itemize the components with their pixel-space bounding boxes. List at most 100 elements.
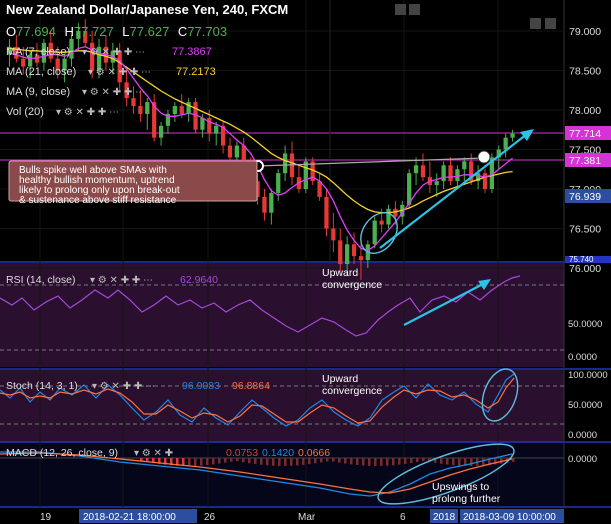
macd-axis-0: 0.0000 xyxy=(568,454,597,465)
macd-hist-bar xyxy=(212,458,215,465)
candle-up xyxy=(510,133,515,138)
macd-hist-bar xyxy=(446,458,449,465)
candle-up xyxy=(503,137,508,150)
candle-up xyxy=(303,161,308,189)
time-label-mar: Mar xyxy=(298,512,316,523)
chart-svg: 79.00078.50078.00077.50077.00076.50076.0… xyxy=(0,0,611,524)
macd-hist-bar xyxy=(284,458,287,466)
ma7-label: MA (7, close) xyxy=(6,46,70,58)
annotation-line-4: & sustenance above stiff resistance xyxy=(19,195,177,206)
candle-up xyxy=(345,244,350,265)
candle-up xyxy=(434,181,439,186)
candle-up xyxy=(413,165,419,174)
stoch-k-value: 96.9083 xyxy=(182,380,220,392)
svg-text:75.740: 75.740 xyxy=(569,255,594,264)
macd-hist-bar xyxy=(350,458,353,465)
candle-up xyxy=(372,220,377,245)
time-label-2018: 2018 xyxy=(433,512,456,523)
rsi-note-line-1: Upward xyxy=(322,267,358,279)
macd-hist-bar xyxy=(218,458,221,464)
macd-hist-bar xyxy=(332,458,335,462)
macd-note-line-1: Upswings to xyxy=(432,481,489,493)
stoch-note-line-1: Upward xyxy=(322,373,358,385)
stoch-d-value: 96.8864 xyxy=(232,380,270,392)
svg-text:76.939: 76.939 xyxy=(569,191,601,203)
candle-down xyxy=(379,220,384,225)
ma9-menu-icon[interactable]: ▾ ⚙ ✕ ✚ ✚ ⋯ xyxy=(82,87,145,98)
time-label-19: 19 xyxy=(40,512,52,523)
stoch-menu-icon[interactable]: ▾ ⚙ ✕ ✚ ✚ ⋯ xyxy=(92,381,155,392)
resistance-badge: 77.381 xyxy=(565,153,611,167)
time-label-6: 6 xyxy=(400,512,406,523)
stoch-label: Stoch (14, 3, 1) xyxy=(6,380,78,392)
svg-text:77.381: 77.381 xyxy=(569,155,601,167)
ma9-label: MA (9, close) xyxy=(6,86,70,98)
pane-up-button[interactable] xyxy=(530,18,541,29)
macd-note-line-2: prolong further xyxy=(432,493,501,505)
more-button[interactable] xyxy=(409,4,420,15)
candle-up xyxy=(200,117,205,130)
rsi-pane-bg xyxy=(0,263,564,367)
candle-down xyxy=(331,228,336,241)
macd-hist-bar xyxy=(380,458,383,466)
rsi-value: 62.9640 xyxy=(180,274,218,286)
macd-hist-bar xyxy=(200,458,203,466)
macd-hist-bar xyxy=(398,458,401,465)
ma7-menu-icon[interactable]: ▾ ⚙ ✕ ✚ ✚ ⋯ xyxy=(82,47,145,58)
candle-up xyxy=(186,102,191,114)
candle-up xyxy=(145,102,150,114)
price-tick-label: 78.000 xyxy=(569,105,601,117)
macd-hist-bar xyxy=(272,458,275,466)
price-tick-label: 76.500 xyxy=(569,224,601,236)
macd-hist-bar xyxy=(386,458,389,466)
macd-hist-bar xyxy=(452,458,455,466)
macd-hist-bar xyxy=(338,458,341,463)
macd-hist-bar xyxy=(290,458,293,466)
macd-hist-bar xyxy=(416,458,419,463)
rsi-label: RSI (14, close) xyxy=(6,274,75,286)
candle-down xyxy=(482,173,488,189)
macd-hist-bar xyxy=(440,458,443,464)
candle-up xyxy=(172,106,177,114)
candle-up xyxy=(269,192,274,213)
ma21-label: MA (21, close) xyxy=(6,66,76,78)
rsi-menu-icon[interactable]: ▾ ⚙ ✕ ✚ ✚ ⋯ xyxy=(90,275,153,286)
svg-text:77.714: 77.714 xyxy=(569,128,601,140)
macd-hist-bar xyxy=(404,458,407,464)
rsi-axis-0: 0.0000 xyxy=(568,352,597,363)
price-tick-label: 79.000 xyxy=(569,26,601,38)
macd-hist-bar xyxy=(392,458,395,466)
time-label-26: 26 xyxy=(204,512,216,523)
time-label-cursor-left: 2018-02-21 18:00:00 xyxy=(83,512,176,523)
ma-badge: 76.939 xyxy=(565,189,611,203)
macd-hist-bar xyxy=(512,458,515,462)
ohlc-readout: O77.694 H77.727 L77.627 C77.703 xyxy=(6,24,227,39)
time-label-cursor-right: 2018-03-09 10:00:00 xyxy=(463,512,556,523)
macd-menu-icon[interactable]: ▾ ⚙ ✕ ✚ xyxy=(134,448,173,459)
macd-hist-bar xyxy=(374,458,377,466)
macd-hist-bar xyxy=(362,458,365,466)
candle-up xyxy=(282,153,288,174)
vol-label: Vol (20) xyxy=(6,106,44,118)
ma21-value: 77.2173 xyxy=(176,66,216,78)
candle-down xyxy=(262,196,267,213)
settings-button[interactable] xyxy=(395,4,406,15)
chart-window: 79.00078.50078.00077.50077.00076.50076.0… xyxy=(0,0,611,524)
candle-up xyxy=(386,208,391,225)
price-tick-label: 78.500 xyxy=(569,66,601,78)
candle-up xyxy=(214,125,219,134)
macd-value: 0.1420 xyxy=(262,447,294,459)
ma21-menu-icon[interactable]: ▾ ⚙ ✕ ✚ ✚ ⋯ xyxy=(88,67,151,78)
macd-hist-bar xyxy=(206,458,209,466)
price-tick-label: 76.000 xyxy=(569,263,601,275)
vol-menu-icon[interactable]: ▾ ⚙ ✕ ✚ ✚ ⋯ xyxy=(56,107,119,118)
macd-hist-bar xyxy=(368,458,371,466)
macd-hist-bar xyxy=(458,458,461,466)
ma7-value: 77.3867 xyxy=(172,46,212,58)
pane-down-button[interactable] xyxy=(545,18,556,29)
stoch-axis-100: 100.0000 xyxy=(568,370,608,381)
stoch-axis-50: 50.0000 xyxy=(568,400,602,411)
candle-up xyxy=(158,125,164,138)
bottom-badge: 75.740 xyxy=(565,255,611,264)
candle-up xyxy=(441,165,446,182)
